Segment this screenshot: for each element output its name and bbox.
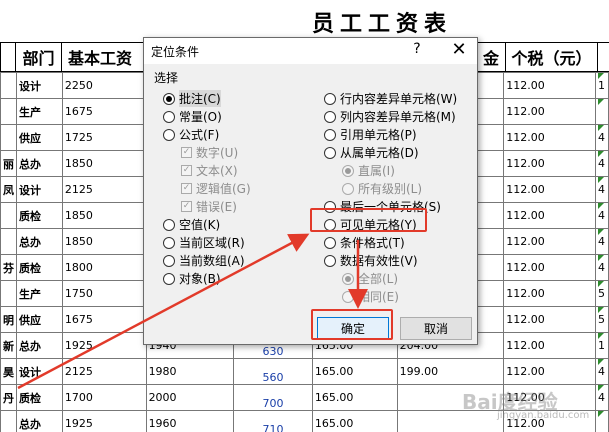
watermark-url: jingyan.baidu.com (497, 410, 590, 421)
annotation-arrows (17, 233, 368, 390)
arrow-to-visible-cells (17, 233, 310, 390)
